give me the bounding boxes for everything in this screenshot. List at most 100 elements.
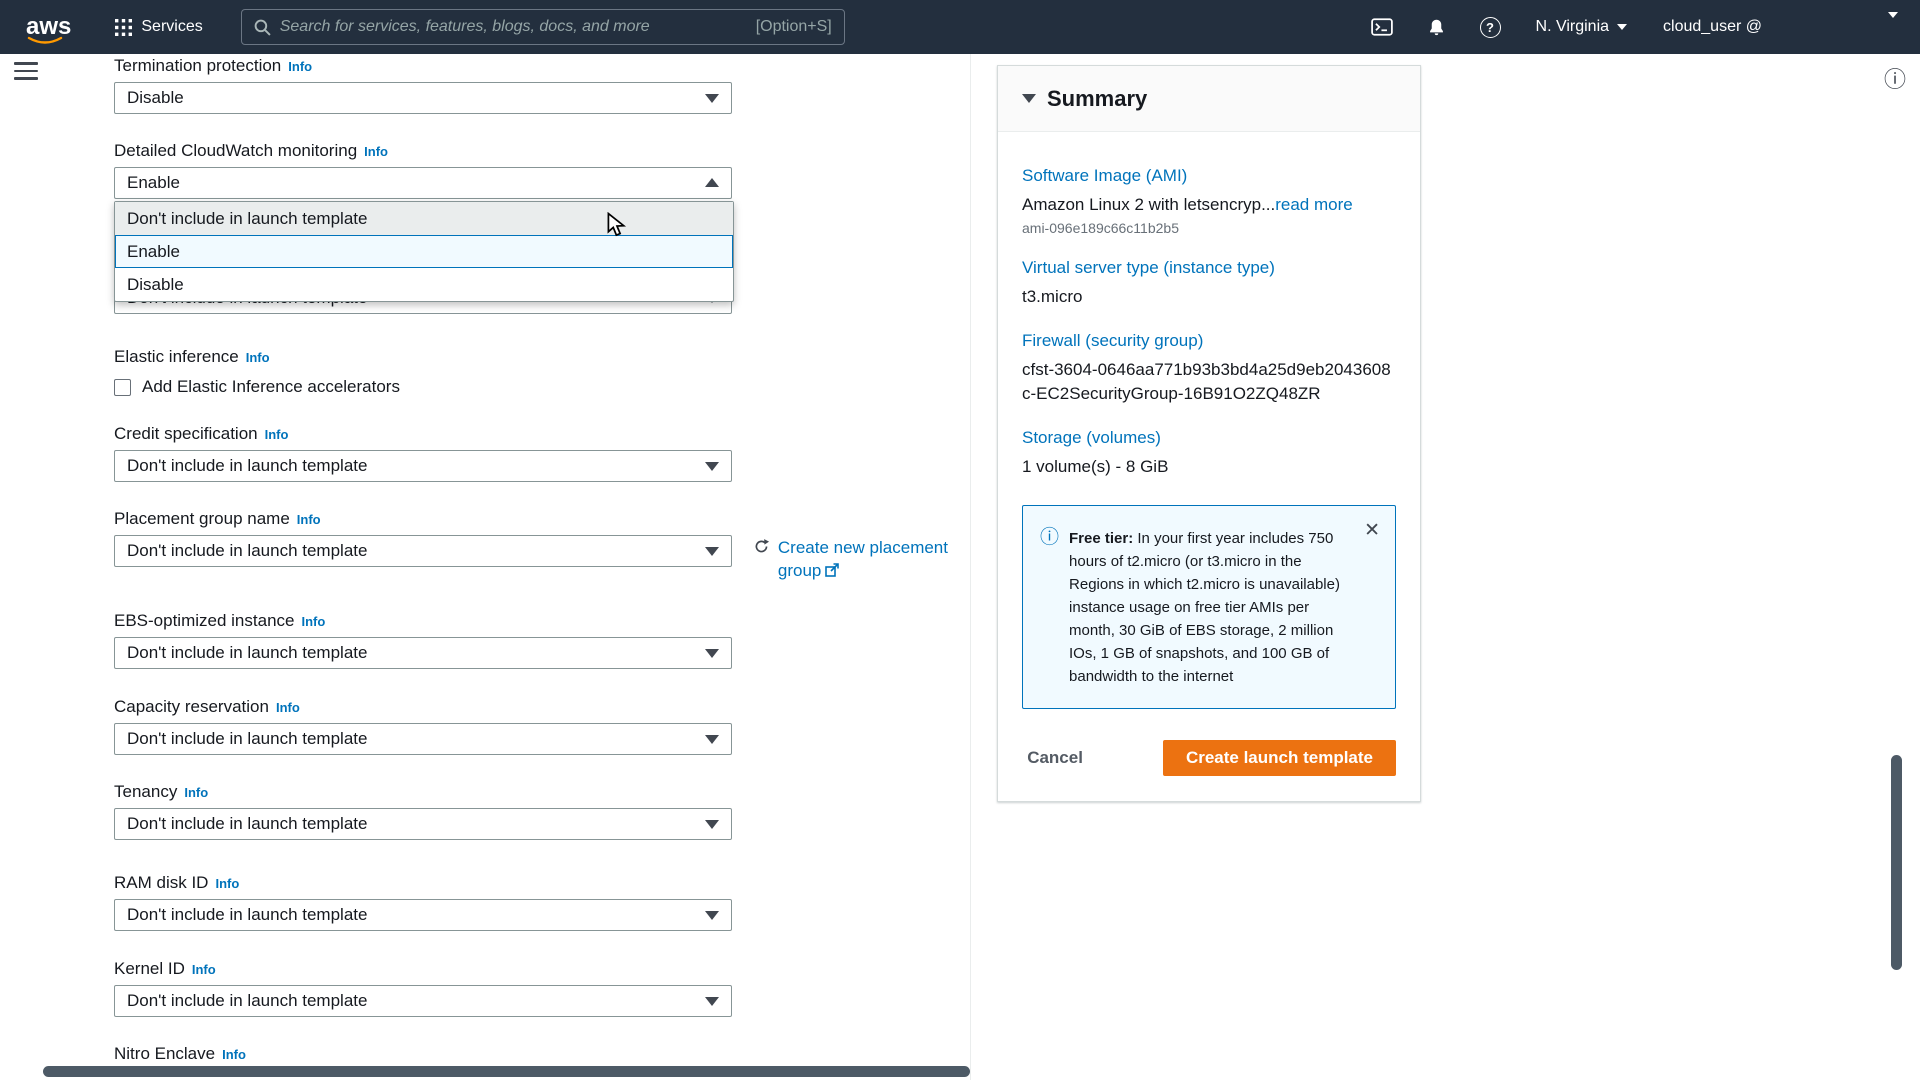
info-link[interactable]: Info: [246, 350, 270, 365]
content-divider: [970, 54, 971, 1080]
create-placement-group-link[interactable]: Create new placement group: [778, 536, 968, 582]
tenancy-select[interactable]: Don't include in launch template: [114, 808, 732, 840]
services-menu[interactable]: Services: [115, 18, 202, 36]
field-tenancy: Tenancy Info Don't include in launch temp…: [114, 782, 732, 840]
placement-group-select[interactable]: Don't include in launch template: [114, 535, 732, 567]
field-ebs-optimized: EBS-optimized instance Info Don't include…: [114, 611, 732, 669]
chevron-down-icon: [705, 735, 719, 744]
services-label: Services: [141, 18, 202, 36]
field-label: RAM disk ID: [114, 873, 208, 892]
field-elastic-inference: Elastic inferenceInfo Add Elastic Infere…: [114, 347, 732, 397]
cancel-button[interactable]: Cancel: [1027, 748, 1083, 768]
ebs-optimized-select[interactable]: Don't include in launch template: [114, 637, 732, 669]
info-link[interactable]: Info: [276, 700, 300, 715]
nav-right-tools: ? N. Virginia cloud_user @: [1354, 17, 1920, 38]
collapse-triangle-icon: [1022, 94, 1036, 103]
field-placement-group: Placement group name Info Don't include i…: [114, 509, 732, 567]
info-link[interactable]: Info: [301, 614, 325, 629]
checkbox[interactable]: [114, 379, 131, 396]
region-selector[interactable]: N. Virginia: [1518, 18, 1646, 36]
field-label: Tenancy: [114, 782, 177, 801]
help-icon[interactable]: ?: [1463, 17, 1518, 38]
field-label: Nitro Enclave: [114, 1044, 215, 1063]
chevron-down-icon: [705, 547, 719, 556]
summary-footer: Cancel Create launch template: [1027, 740, 1396, 776]
field-label: Detailed CloudWatch monitoring: [114, 141, 357, 160]
field-label: Placement group name: [114, 509, 290, 528]
summary-body: Software Image (AMI) Amazon Linux 2 with…: [998, 132, 1420, 709]
info-link[interactable]: Info: [364, 144, 388, 159]
info-link[interactable]: Info: [288, 59, 312, 74]
chevron-down-icon: [705, 820, 719, 829]
horizontal-scrollbar[interactable]: [43, 1066, 970, 1077]
option-enable[interactable]: Enable: [115, 235, 733, 268]
account-menu[interactable]: cloud_user @: [1645, 18, 1780, 36]
info-link[interactable]: Info: [265, 427, 289, 442]
kernel-id-select[interactable]: Don't include in launch template: [114, 985, 732, 1017]
create-launch-template-button[interactable]: Create launch template: [1163, 740, 1396, 776]
ami-text: Amazon Linux 2 with letsencryp...: [1022, 195, 1275, 214]
field-label: Credit specification: [114, 424, 258, 443]
read-more-link[interactable]: read more: [1275, 195, 1352, 214]
free-tier-alert: ⓘ Free tier: In your first year includes…: [1022, 505, 1396, 709]
summary-title: Summary: [1047, 86, 1147, 112]
chevron-up-icon: [705, 178, 719, 187]
checkbox-label: Add Elastic Inference accelerators: [142, 377, 400, 397]
grid-icon: [115, 19, 132, 36]
close-icon[interactable]: ✕: [1364, 521, 1380, 540]
field-label: Kernel ID: [114, 959, 185, 978]
aws-logo[interactable]: aws: [26, 15, 71, 39]
notifications-bell-icon[interactable]: [1410, 18, 1463, 37]
option-dont-include[interactable]: Don't include in launch template: [115, 202, 733, 235]
account-chevron-down-icon[interactable]: [1888, 18, 1920, 36]
instance-type-heading[interactable]: Virtual server type (instance type): [1022, 258, 1396, 278]
cloudshell-icon[interactable]: [1354, 18, 1410, 36]
summary-panel: Summary Software Image (AMI) Amazon Linu…: [997, 65, 1421, 802]
instance-type-value: t3.micro: [1022, 285, 1396, 309]
info-link[interactable]: Info: [184, 785, 208, 800]
field-kernel-id: Kernel ID Info Don't include in launch te…: [114, 959, 732, 1017]
info-link[interactable]: Info: [192, 962, 216, 977]
info-link[interactable]: Info: [297, 512, 321, 527]
option-disable[interactable]: Disable: [115, 268, 733, 301]
field-label: Termination protection: [114, 56, 281, 75]
summary-section-instance-type: Virtual server type (instance type) t3.m…: [1022, 258, 1396, 309]
cloudwatch-monitoring-options: Don't include in launch template Enable …: [114, 201, 734, 302]
search-shortcut-hint: [Option+S]: [756, 18, 832, 36]
sidebar-menu-icon[interactable]: [14, 62, 38, 82]
chevron-down-icon: [705, 94, 719, 103]
info-link[interactable]: Info: [222, 1047, 246, 1062]
field-termination-protection: Termination protection Info Disable: [114, 56, 732, 114]
info-panel-icon[interactable]: ⓘ: [1884, 62, 1906, 94]
elastic-inference-checkbox-row[interactable]: Add Elastic Inference accelerators: [114, 377, 732, 397]
ami-id: ami-096e189c66c11b2b5: [1022, 220, 1396, 236]
credit-specification-select[interactable]: Don't include in launch template: [114, 450, 732, 482]
aws-smile-icon: [27, 36, 63, 46]
field-capacity-reservation: Capacity reservationInfo Don't include i…: [114, 697, 732, 755]
field-cloudwatch-monitoring: Detailed CloudWatch monitoring Info Enabl…: [114, 141, 732, 199]
aws-console-screen: aws Services [Option+S]: [0, 0, 1920, 1080]
capacity-reservation-select[interactable]: Don't include in launch template: [114, 723, 732, 755]
summary-section-firewall: Firewall (security group) cfst-3604-0646…: [1022, 331, 1396, 406]
firewall-value: cfst-3604-0646aa771b93b3bd4a25d9eb204360…: [1022, 358, 1396, 406]
ami-heading[interactable]: Software Image (AMI): [1022, 166, 1396, 186]
summary-section-ami: Software Image (AMI) Amazon Linux 2 with…: [1022, 166, 1396, 236]
summary-header[interactable]: Summary: [998, 66, 1420, 132]
vertical-scrollbar[interactable]: [1891, 755, 1902, 970]
search-icon: [254, 19, 271, 36]
free-tier-bold: Free tier:: [1069, 530, 1133, 547]
chevron-down-icon: [705, 911, 719, 920]
storage-heading[interactable]: Storage (volumes): [1022, 428, 1396, 448]
search-input[interactable]: [280, 18, 747, 36]
placement-group-link-row: Create new placement group: [753, 536, 968, 582]
field-label: EBS-optimized instance: [114, 611, 294, 630]
firewall-heading[interactable]: Firewall (security group): [1022, 331, 1396, 351]
ram-disk-id-select[interactable]: Don't include in launch template: [114, 899, 732, 931]
termination-protection-select[interactable]: Disable: [114, 82, 732, 114]
info-link[interactable]: Info: [215, 876, 239, 891]
refresh-icon[interactable]: [753, 536, 770, 557]
field-ram-disk-id: RAM disk ID Info Don't include in launch …: [114, 873, 732, 931]
global-search[interactable]: [Option+S]: [241, 9, 845, 45]
cloudwatch-monitoring-select[interactable]: Enable: [114, 167, 732, 199]
chevron-down-icon: [705, 649, 719, 658]
